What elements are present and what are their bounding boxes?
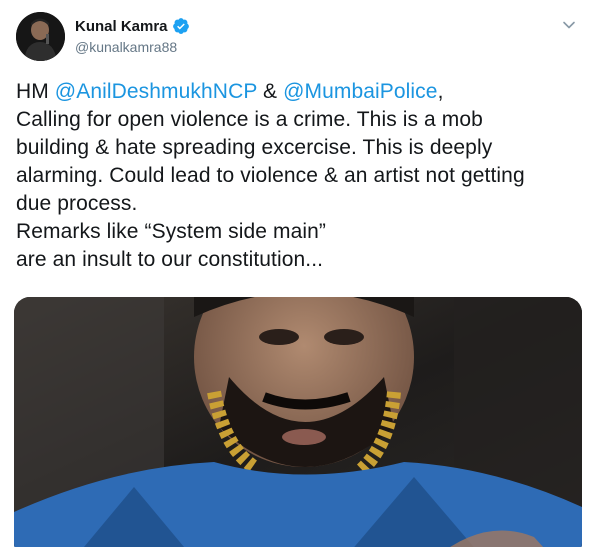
mention-link[interactable]: @AnilDeshmukhNCP [55, 80, 257, 103]
tweet-header: Kunal Kamra @kunalkamra88 [16, 12, 582, 64]
mention-link[interactable]: @MumbaiPolice [283, 80, 438, 103]
tweet-line: due process. [16, 192, 138, 215]
tweet-text: HM @AnilDeshmukhNCP & @MumbaiPolice, Cal… [16, 78, 582, 274]
tweet-line: Remarks like “System side main” [16, 220, 326, 243]
tweet-line: HM @AnilDeshmukhNCP & @MumbaiPolice, [16, 78, 582, 106]
display-name[interactable]: Kunal Kamra [75, 18, 168, 35]
chevron-down-icon[interactable] [560, 16, 578, 34]
video-thumbnail[interactable] [14, 297, 582, 547]
text-segment: , [437, 80, 444, 103]
text-segment: & [257, 80, 284, 103]
tweet-line: alarming. Could lead to violence & an ar… [16, 164, 525, 187]
tweet-line: Calling for open violence is a crime. Th… [16, 108, 483, 131]
verified-badge-icon [172, 17, 190, 35]
avatar[interactable] [16, 12, 65, 61]
author-info: Kunal Kamra @kunalkamra88 [75, 16, 190, 55]
tweet-line: building & hate spreading excercise. Thi… [16, 136, 493, 159]
text-segment: HM [16, 80, 55, 103]
tweet-card: Kunal Kamra @kunalkamra88 HM @AnilDeshmu… [0, 0, 598, 547]
tweet-line: are an insult to our constitution... [16, 248, 324, 271]
handle[interactable]: @kunalkamra88 [75, 39, 190, 55]
